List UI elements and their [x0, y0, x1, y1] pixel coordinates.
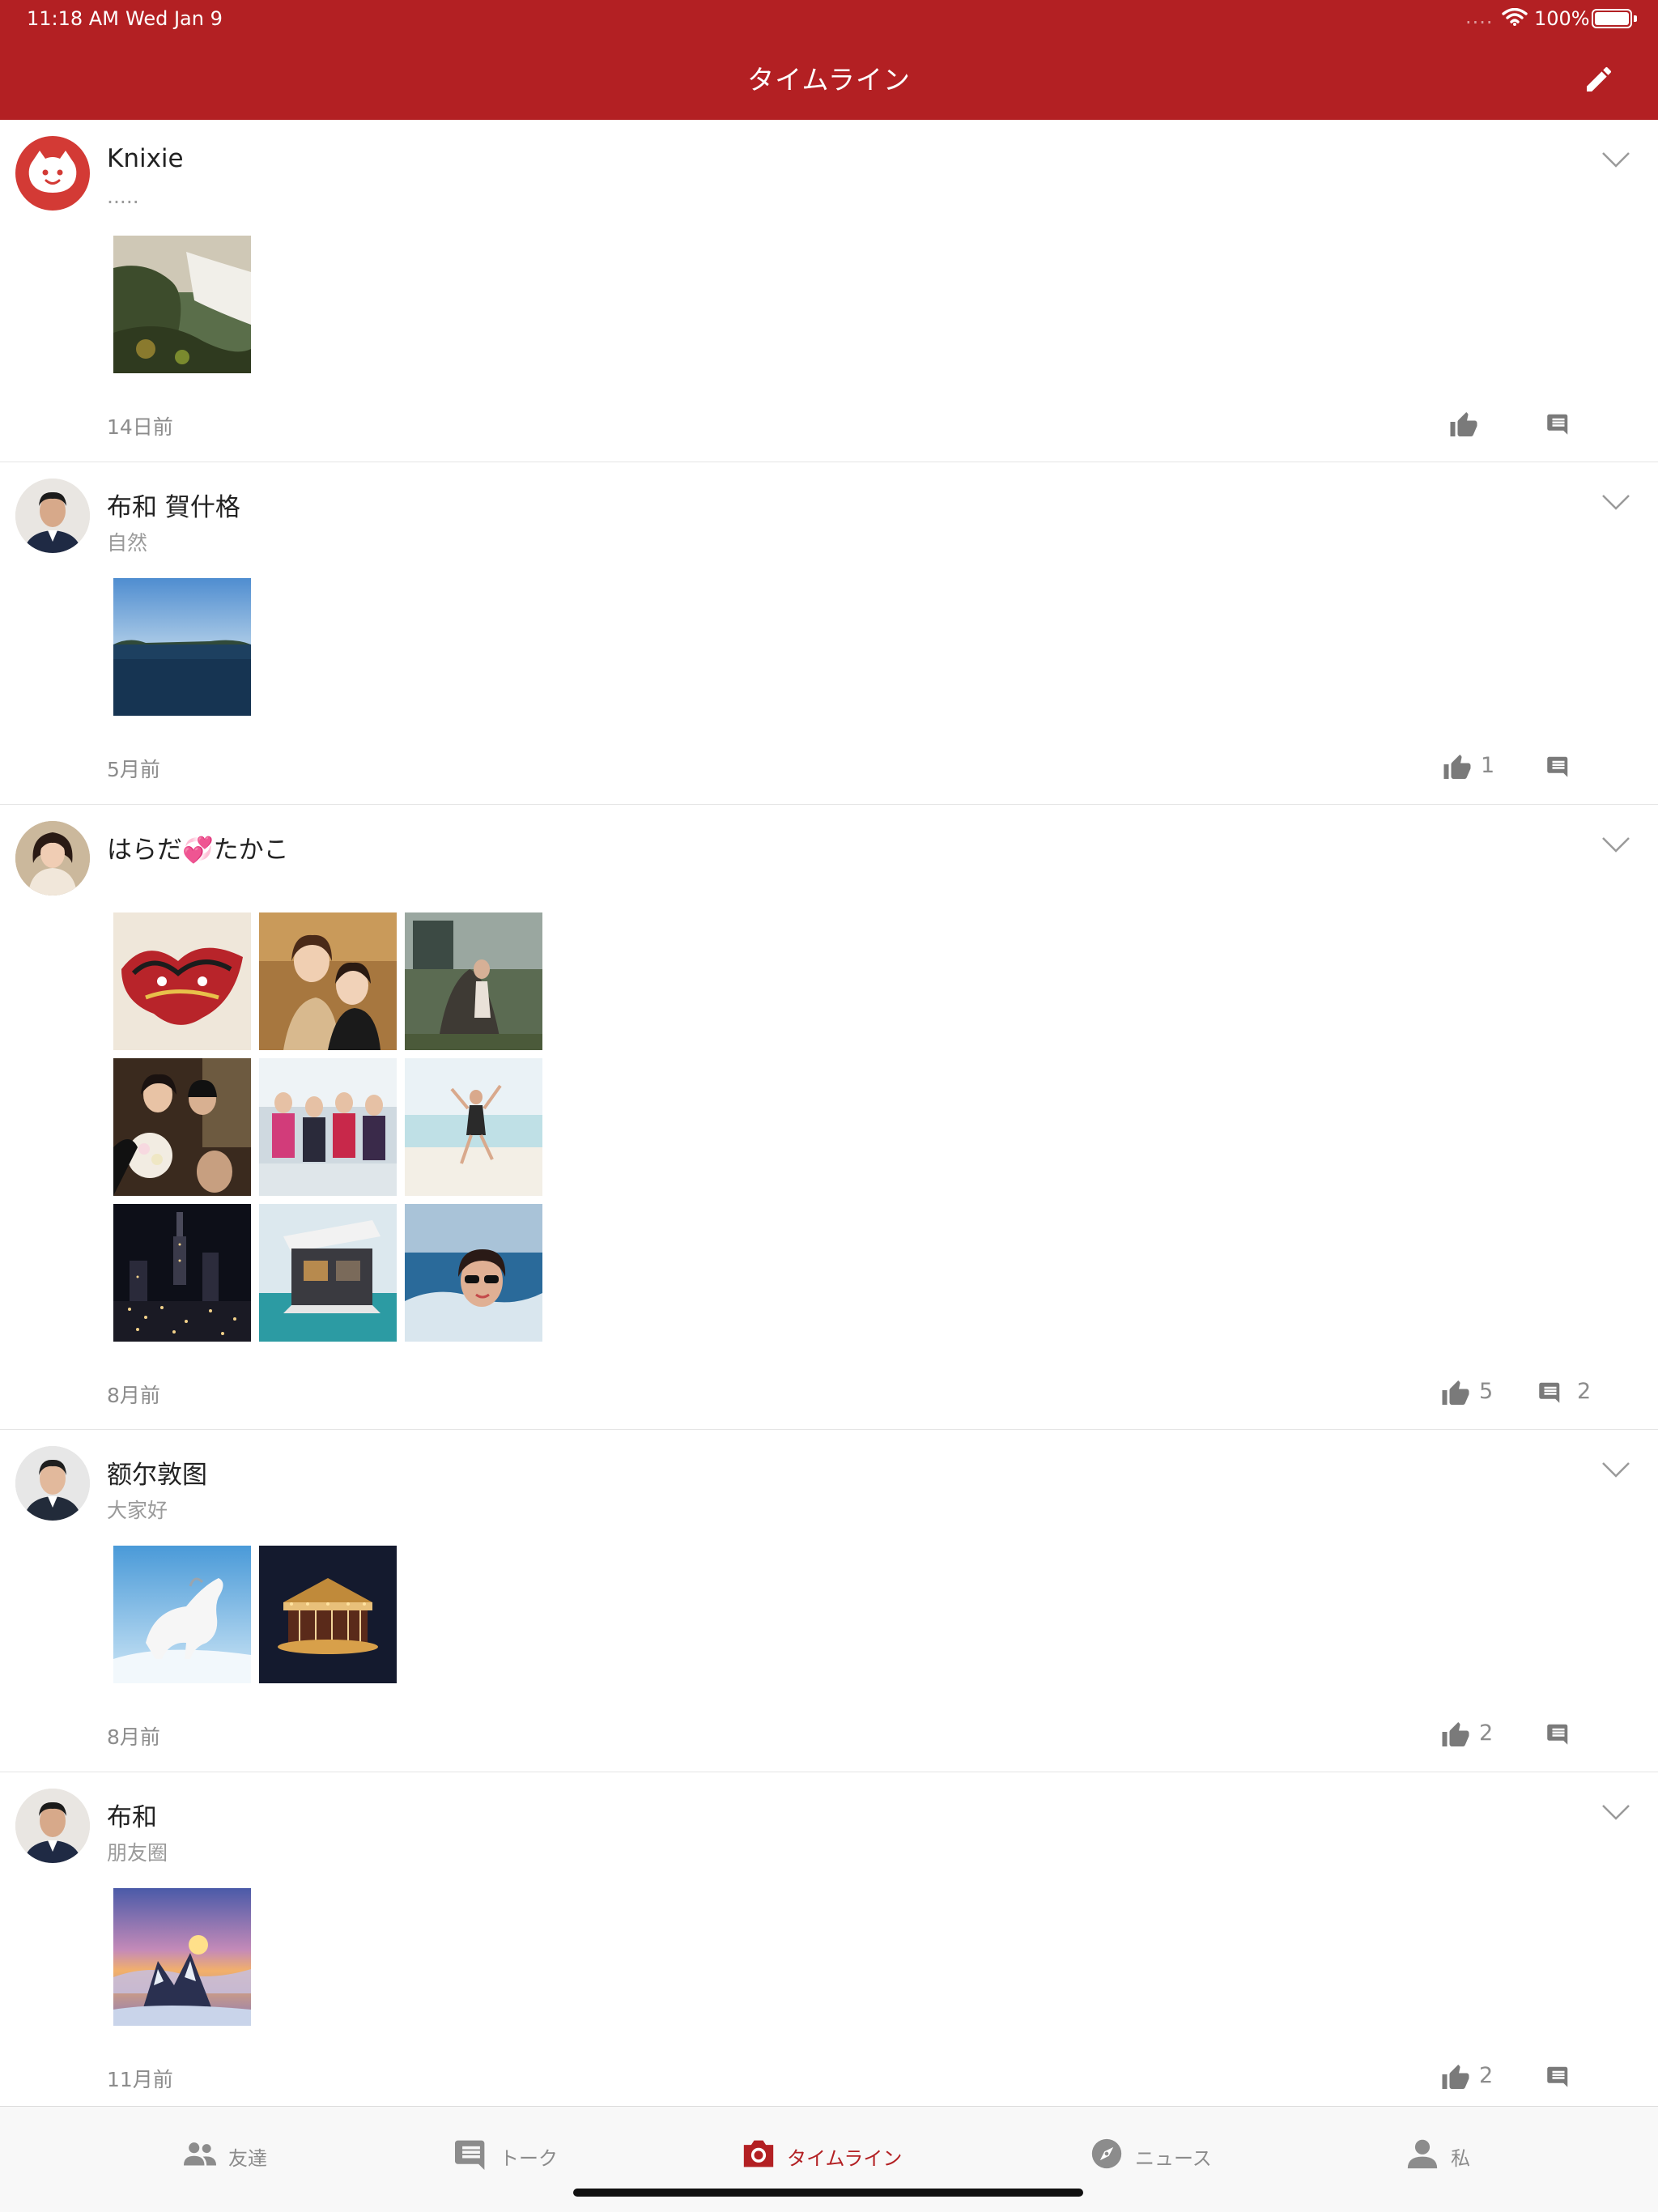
avatar[interactable] — [15, 821, 90, 895]
tab-label: 私 — [1451, 2147, 1470, 2170]
status-bar: 11:18 AM Wed Jan 9 .... 100% — [0, 0, 1658, 39]
status-date: Wed Jan 9 — [125, 7, 223, 30]
timeline-post: Knixie ..... 14日前 — [0, 120, 1658, 462]
cellular-signal: .... — [1465, 6, 1494, 28]
wifi-icon — [1502, 8, 1528, 26]
post-photo-statue[interactable] — [405, 912, 542, 1050]
avatar[interactable] — [15, 1446, 90, 1521]
like-count: 5 — [1479, 1379, 1494, 1404]
people-icon — [184, 2142, 216, 2166]
post-photo-group-women[interactable] — [259, 1058, 397, 1196]
post-text: ..... — [107, 185, 139, 208]
page-title: タイムライン — [747, 64, 911, 96]
post-text: 大家好 — [107, 1499, 168, 1522]
app-header: 11:18 AM Wed Jan 9 .... 100% タイムライン — [0, 0, 1658, 120]
comment-button[interactable] — [1546, 753, 1595, 785]
person-icon — [1407, 2139, 1438, 2169]
comment-icon — [1547, 756, 1568, 777]
comment-button[interactable]: 2 — [1538, 1379, 1603, 1411]
thumbs-up-icon — [1443, 755, 1471, 779]
post-timestamp: 5月前 — [107, 758, 160, 781]
post-photo-beach-jump[interactable] — [405, 1058, 542, 1196]
post-timestamp: 8月前 — [107, 1725, 160, 1749]
post-author[interactable]: はらだ💞たかこ — [107, 829, 289, 866]
home-indicator — [573, 2189, 1083, 2197]
comment-button[interactable] — [1546, 1721, 1595, 1753]
post-photo-friends[interactable] — [259, 912, 397, 1050]
like-count: 2 — [1479, 2063, 1494, 2088]
tab-label: 友達 — [228, 2147, 267, 2170]
chevron-down-icon[interactable] — [1601, 1461, 1630, 1478]
comment-icon — [1547, 1724, 1568, 1745]
post-author[interactable]: 布和 賀什格 — [107, 487, 240, 523]
camera-icon — [743, 2140, 774, 2167]
avatar[interactable] — [15, 136, 90, 211]
like-button[interactable]: 2 — [1441, 2063, 1506, 2095]
chevron-down-icon[interactable] — [1601, 151, 1630, 168]
timeline-post: 额尔敦图 大家好 8月前 2 — [0, 1430, 1658, 1772]
status-time: 11:18 AM — [27, 7, 119, 30]
post-photo-city-night[interactable] — [113, 1204, 251, 1342]
post-text: 朋友圈 — [107, 1841, 168, 1865]
post-photo-pool-house[interactable] — [259, 1204, 397, 1342]
compass-icon — [1091, 2138, 1122, 2169]
post-photo-lake[interactable] — [113, 578, 251, 716]
pencil-icon[interactable] — [1583, 63, 1615, 96]
post-timestamp: 11月前 — [107, 2068, 173, 2091]
like-button[interactable]: 1 — [1443, 753, 1507, 785]
like-count: 1 — [1481, 753, 1495, 778]
post-timestamp: 14日前 — [107, 415, 173, 439]
avatar[interactable] — [15, 479, 90, 553]
thumbs-up-icon — [1442, 1722, 1469, 1746]
battery-icon — [1592, 9, 1637, 28]
post-photo-waterfall[interactable] — [113, 236, 251, 373]
post-photo-art[interactable] — [113, 912, 251, 1050]
comment-icon — [1539, 1382, 1560, 1403]
timeline-post: 布和 朋友圈 11月前 2 — [0, 1772, 1658, 2106]
timeline-post: はらだ💞たかこ 8月前 5 2 — [0, 805, 1658, 1430]
post-photo-selfie-sea[interactable] — [405, 1204, 542, 1342]
thumbs-up-icon — [1450, 412, 1477, 436]
comment-icon — [1547, 414, 1568, 435]
post-photo-mountain-sunrise[interactable] — [113, 1888, 251, 2026]
like-button[interactable]: 2 — [1441, 1721, 1506, 1753]
post-author[interactable]: Knixie — [107, 144, 184, 173]
chevron-down-icon[interactable] — [1601, 1803, 1630, 1821]
comment-icon — [1547, 2066, 1568, 2087]
post-author[interactable]: 额尔敦图 — [107, 1454, 207, 1491]
tab-label: ニュース — [1135, 2147, 1212, 2170]
thumbs-up-icon — [1442, 1380, 1469, 1405]
tab-label: トーク — [500, 2147, 558, 2170]
post-photo-group-bouquet[interactable] — [113, 1058, 251, 1196]
like-count: 2 — [1479, 1721, 1494, 1746]
post-timestamp: 8月前 — [107, 1384, 160, 1407]
like-button[interactable]: 5 — [1441, 1379, 1506, 1411]
chevron-down-icon[interactable] — [1601, 836, 1630, 853]
avatar[interactable] — [15, 1789, 90, 1863]
comment-button[interactable] — [1546, 2063, 1595, 2095]
timeline-post: 布和 賀什格 自然 5月前 1 — [0, 462, 1658, 805]
battery-percent: 100% — [1534, 7, 1590, 30]
comment-button[interactable] — [1546, 410, 1595, 443]
tab-label: タイムライン — [787, 2147, 903, 2170]
post-text: 自然 — [107, 531, 148, 555]
like-button[interactable] — [1449, 410, 1506, 443]
comment-count: 2 — [1577, 1379, 1592, 1404]
thumbs-up-icon — [1442, 2065, 1469, 2089]
post-photo-white-horse[interactable] — [113, 1546, 251, 1683]
post-author[interactable]: 布和 — [107, 1797, 157, 1833]
chat-icon — [455, 2140, 485, 2170]
post-photo-carousel[interactable] — [259, 1546, 397, 1683]
chevron-down-icon[interactable] — [1601, 493, 1630, 511]
